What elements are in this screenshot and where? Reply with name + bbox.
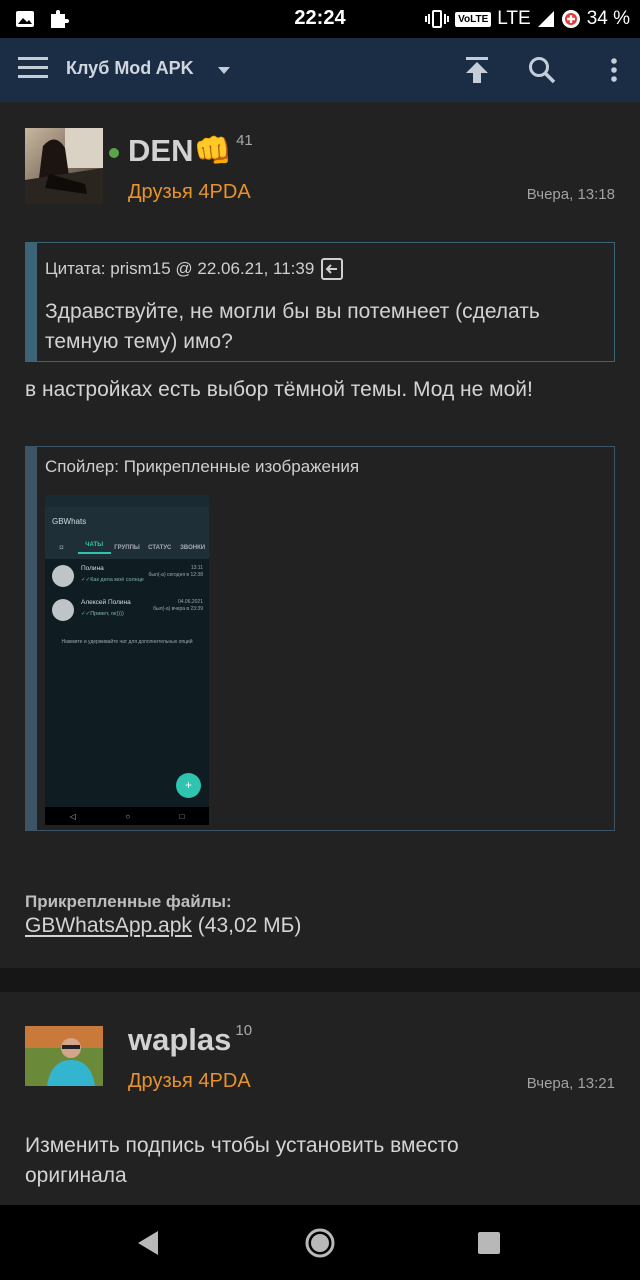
post-text: в настройках есть выбор тёмной темы. Мод… — [25, 378, 533, 401]
post-author[interactable]: waplas 10 — [128, 1022, 252, 1058]
screenshot-chat-time: 04.06.2021 был(-а) вчера в 23:39 — [153, 599, 203, 612]
screenshot-tab-groups: ГРУППЫ — [114, 545, 140, 551]
screenshot-tab-status: СТАТУС — [148, 545, 172, 551]
spoiler-header[interactable]: Спойлер: Прикрепленные изображения — [45, 457, 359, 477]
screenshot-chat-name: Полина — [81, 565, 104, 572]
post-waplas: waplas 10 Друзья 4PDA Вчера, 13:21 Измени… — [0, 992, 640, 1205]
attached-screenshot[interactable]: GBWhats ◘ ЧАТЫ ГРУППЫ СТАТУС ЗВОНКИ Поли… — [45, 495, 209, 825]
screenshot-status-bar — [45, 495, 209, 507]
home-icon[interactable] — [302, 1225, 338, 1261]
post-text: Изменить подпись чтобы установить вместо… — [25, 1134, 459, 1187]
battery-saver-icon — [561, 10, 580, 28]
screenshot-tabs: ◘ ЧАТЫ ГРУППЫ СТАТУС ЗВОНКИ — [45, 537, 209, 559]
forum-title[interactable]: Клуб Mod APK — [66, 58, 194, 79]
scroll-top-icon[interactable] — [461, 54, 493, 86]
screenshot-chat-row: Полина ✓✓Как дела моё солнце 13:11 был(-а… — [45, 559, 209, 593]
screenshot-chat-row: Алексей Полина ✓✓Привет, ок)))) 04.06.20… — [45, 593, 209, 627]
screenshot-hint: Нажмите и удерживайте чат для дополнител… — [61, 639, 193, 645]
recent-apps-icon[interactable] — [471, 1225, 507, 1261]
quote-text: Здравствуйте, не могли бы вы потемнеет (… — [45, 300, 540, 353]
quote-header: Цитата: prism15 @ 22.06.21, 11:39 — [45, 257, 344, 281]
user-group: Друзья 4PDA — [128, 1070, 251, 1092]
app-bar: Клуб Mod APK — [0, 38, 640, 102]
reputation: 41 — [236, 132, 253, 149]
avatar-den[interactable] — [25, 128, 103, 204]
status-bar: 22:24 VoLTE LTE 34 % — [0, 0, 640, 38]
post-date: Вчера, 13:21 — [526, 1075, 615, 1092]
screenshot-avatar — [52, 565, 74, 587]
attachment-item: GBWhatsApp.apk (43,02 МБ) — [25, 914, 301, 938]
volte-badge: VoLTE — [455, 11, 492, 27]
avatar-waplas[interactable] — [25, 1026, 103, 1086]
attachment-size: (43,02 МБ) — [197, 914, 302, 937]
navigation-bar — [0, 1205, 640, 1280]
battery-level: 34 % — [586, 8, 630, 29]
screenshot-app-bar: GBWhats — [45, 507, 209, 537]
screenshot-fab: + — [176, 773, 201, 798]
screenshot-avatar — [52, 599, 74, 621]
spoiler-block: Спойлер: Прикрепленные изображения GBWha… — [25, 446, 615, 831]
signal-icon — [537, 11, 554, 27]
network-type: LTE — [497, 8, 531, 29]
attachments-label: Прикрепленные файлы: — [25, 892, 232, 911]
screenshot-tab-calls: ЗВОНКИ — [180, 545, 206, 551]
post-divider — [0, 968, 640, 992]
screenshot-camera-icon: ◘ — [59, 545, 64, 551]
post-author[interactable]: DEN👊 41 — [128, 132, 253, 169]
chevron-down-icon[interactable] — [218, 67, 230, 74]
vibrate-icon — [425, 10, 450, 28]
screenshot-app-title: GBWhats — [52, 517, 87, 526]
screenshot-chat-message: ✓✓Как дела моё солнце — [81, 577, 144, 583]
search-icon[interactable] — [526, 54, 558, 86]
attachment-link[interactable]: GBWhatsApp.apk — [25, 914, 192, 937]
online-indicator — [109, 148, 119, 158]
screenshot-chat-name: Алексей Полина — [81, 599, 131, 606]
go-to-quote-icon[interactable] — [320, 257, 344, 281]
quote-source: Цитата: prism15 @ 22.06.21, 11:39 — [45, 259, 315, 278]
post-date: Вчера, 13:18 — [526, 186, 615, 203]
back-icon[interactable] — [130, 1225, 166, 1261]
screenshot-nav-bar: ◁ ○ □ — [45, 807, 209, 825]
more-icon[interactable] — [598, 54, 630, 86]
system-indicators: VoLTE LTE 34 % — [425, 8, 630, 30]
reputation: 10 — [235, 1022, 253, 1039]
user-group: Друзья 4PDA — [128, 181, 251, 203]
quote-block: Цитата: prism15 @ 22.06.21, 11:39 Здравс… — [25, 242, 615, 362]
screenshot-chat-message: ✓✓Привет, ок)))) — [81, 611, 124, 617]
menu-icon[interactable] — [18, 57, 48, 83]
screenshot-chat-time: 13:11 был(-а) сегодня в 12:38 — [148, 565, 203, 578]
screenshot-tab-chats: ЧАТЫ — [77, 542, 111, 554]
